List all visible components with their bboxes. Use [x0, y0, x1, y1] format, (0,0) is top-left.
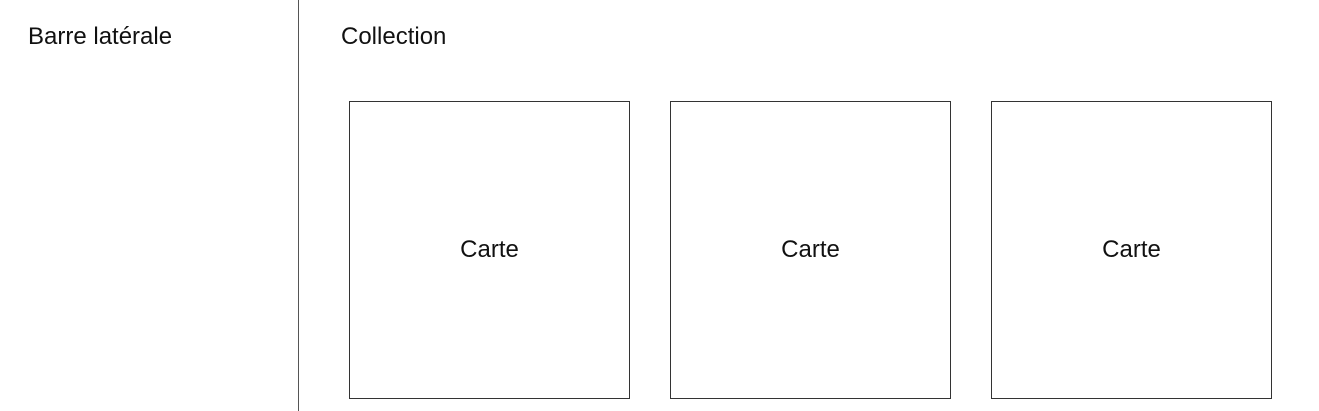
sidebar: Barre latérale: [0, 0, 299, 411]
card-label: Carte: [460, 236, 519, 263]
main-content: Collection Carte Carte Carte: [300, 0, 1319, 411]
card-label: Carte: [1102, 236, 1161, 263]
sidebar-title: Barre latérale: [28, 23, 173, 50]
card-2[interactable]: Carte: [670, 101, 951, 399]
card-1[interactable]: Carte: [349, 101, 630, 399]
collection-title: Collection: [341, 23, 447, 50]
card-3[interactable]: Carte: [991, 101, 1272, 399]
card-label: Carte: [781, 236, 840, 263]
app-root: Barre latérale Collection Carte Carte Ca…: [0, 0, 1319, 411]
